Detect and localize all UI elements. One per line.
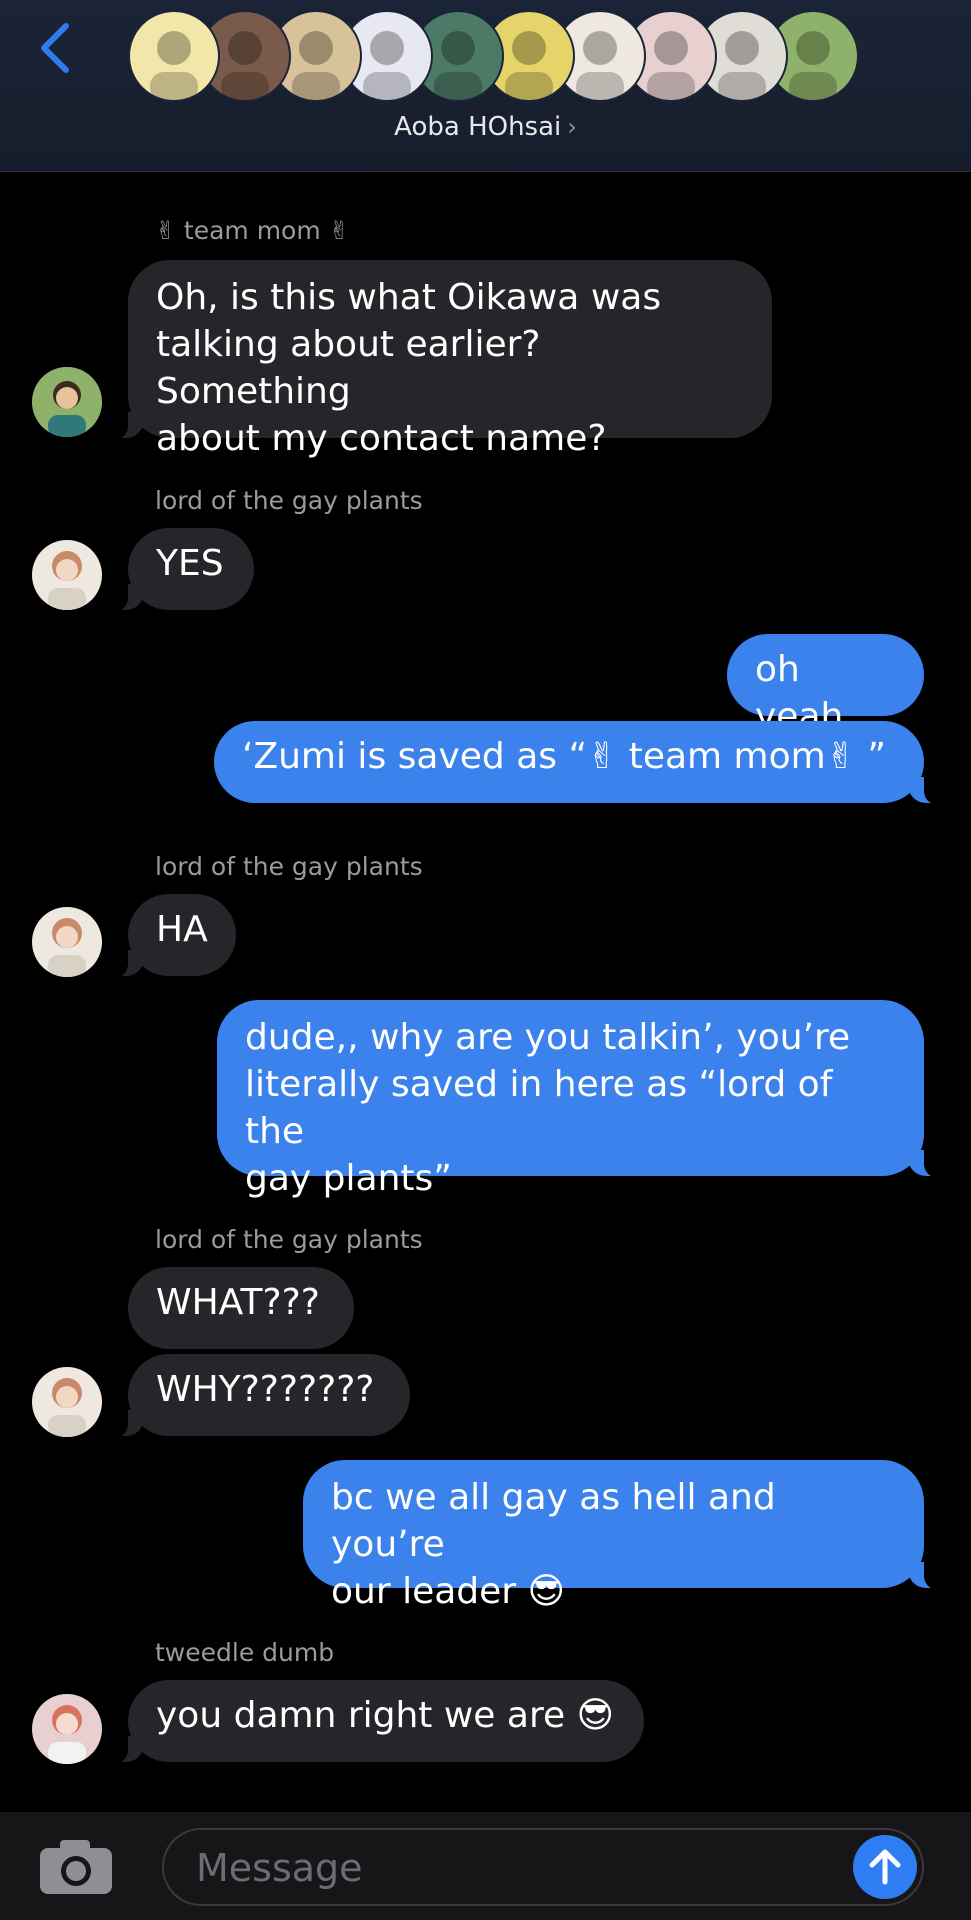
message-bubble-outgoing[interactable]: dude,, why are you talkin’, you’re liter…: [217, 1000, 946, 1199]
group-name: Aoba HOhsai: [394, 112, 562, 142]
message-bubble-incoming[interactable]: Oh, is this what Oikawa was talking abou…: [106, 260, 772, 459]
message-bubble-outgoing[interactable]: ‘Zumi is saved as “✌ team mom✌ ”: [214, 721, 946, 805]
message-bubble-incoming[interactable]: YES: [106, 528, 254, 612]
sender-name: lord of the gay plants: [155, 852, 423, 881]
message-line: dude,, why are you talkin’, you’re: [245, 1017, 851, 1058]
message-input[interactable]: [194, 1840, 798, 1896]
message-text: WHY???????: [156, 1369, 375, 1410]
message-bubble-incoming[interactable]: HA: [106, 894, 236, 978]
sender-name: ✌ team mom ✌: [155, 216, 350, 245]
message-bubble-incoming[interactable]: you damn right we are 😎: [106, 1680, 644, 1764]
message-line: Oh, is this what Oikawa was: [156, 277, 662, 318]
contact-avatar[interactable]: [32, 1367, 102, 1437]
person-icon: [32, 1694, 102, 1764]
contact-avatar[interactable]: [32, 367, 102, 437]
group-avatars[interactable]: [128, 10, 859, 104]
message-bubble-outgoing[interactable]: bc we all gay as hell and you’re our lea…: [303, 1460, 946, 1612]
message-bubble-outgoing[interactable]: oh yeah: [727, 634, 924, 737]
chevron-left-icon: [41, 23, 69, 73]
message-text: YES: [156, 543, 224, 584]
message-text: WHAT???: [156, 1282, 320, 1323]
camera-icon: [40, 1840, 112, 1894]
group-name-button[interactable]: Aoba HOhsai ›: [0, 112, 971, 142]
person-icon: [32, 540, 102, 610]
camera-button[interactable]: [38, 1838, 114, 1896]
message-line: our leader 😎: [331, 1571, 566, 1612]
message-text: HA: [156, 909, 208, 950]
conversation-header: Aoba HOhsai ›: [0, 0, 971, 172]
person-icon: [32, 1367, 102, 1437]
message-line: literally saved in here as “lord of the: [245, 1064, 833, 1152]
contact-avatar[interactable]: [32, 1694, 102, 1764]
message-bubble-incoming[interactable]: WHY???????: [106, 1354, 410, 1438]
contact-avatar[interactable]: [32, 540, 102, 610]
sender-name: lord of the gay plants: [155, 486, 423, 515]
composer-bar: [0, 1812, 971, 1920]
message-line: talking about earlier? Something: [156, 324, 541, 412]
message-line: gay plants”: [245, 1158, 452, 1199]
message-text: ‘Zumi is saved as “✌ team mom✌ ”: [242, 736, 886, 777]
message-text: you damn right we are 😎: [156, 1695, 615, 1736]
person-icon: [32, 367, 102, 437]
back-button[interactable]: [30, 18, 80, 78]
person-icon: [32, 907, 102, 977]
arrow-up-icon: [869, 1849, 901, 1885]
contact-avatar[interactable]: [32, 907, 102, 977]
moomin-avatar: [128, 10, 220, 102]
chevron-right-icon: ›: [567, 113, 577, 141]
send-button[interactable]: [853, 1835, 917, 1899]
message-field[interactable]: [162, 1828, 924, 1906]
message-bubble-incoming[interactable]: WHAT???: [128, 1267, 354, 1349]
sender-name: lord of the gay plants: [155, 1225, 423, 1254]
message-line: about my contact name?: [156, 418, 607, 459]
sender-name: tweedle dumb: [155, 1638, 335, 1667]
message-line: bc we all gay as hell and you’re: [331, 1477, 776, 1565]
